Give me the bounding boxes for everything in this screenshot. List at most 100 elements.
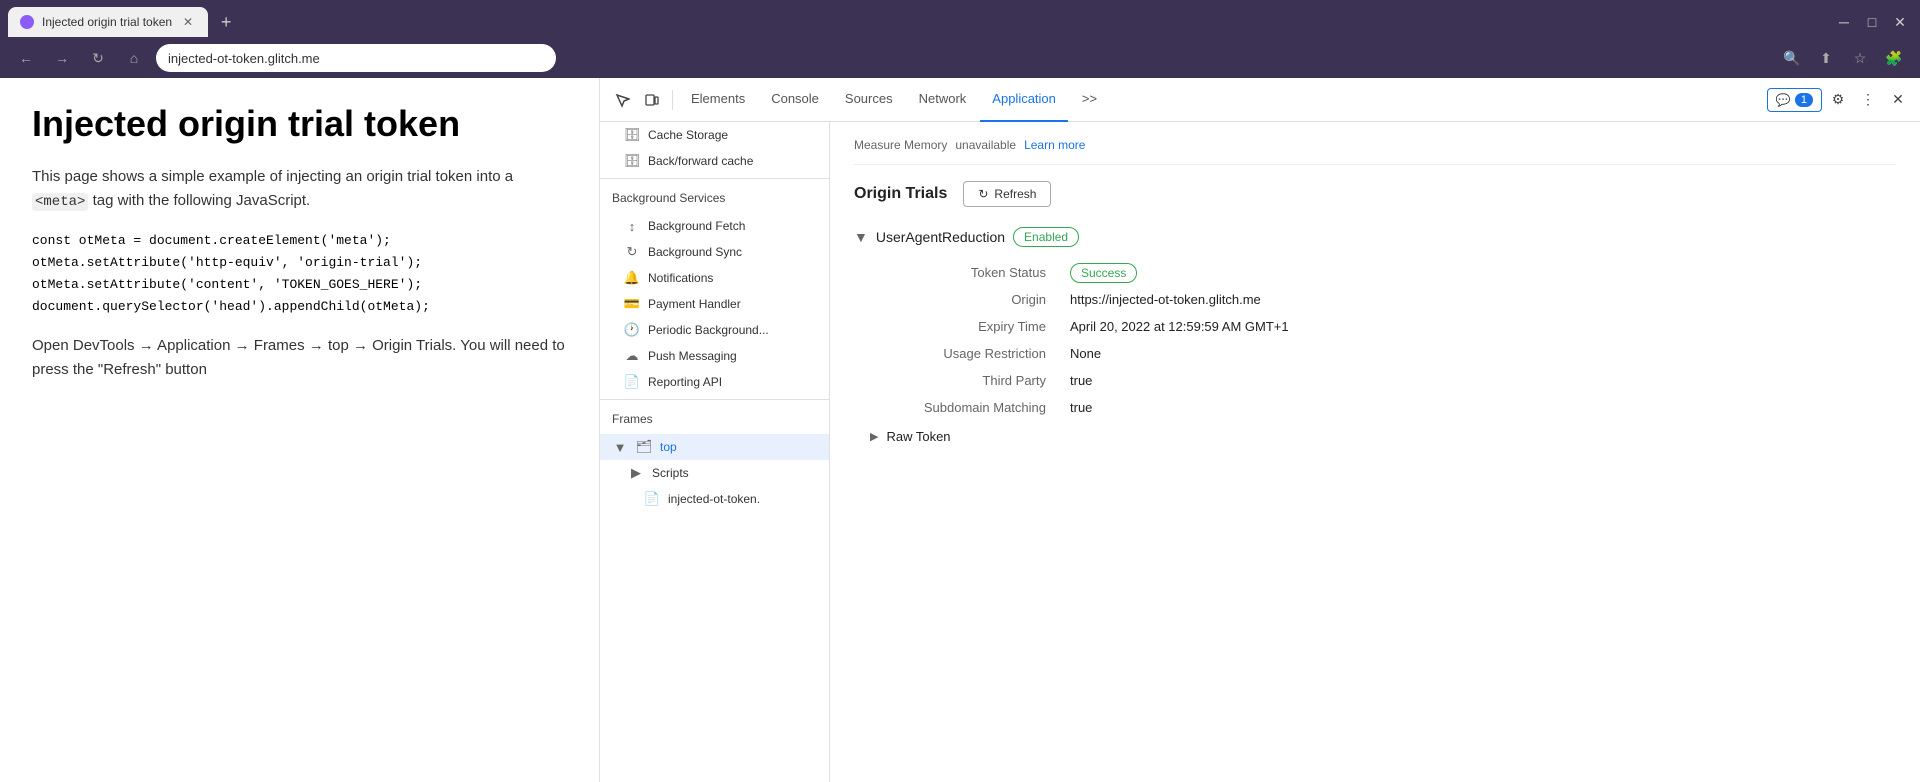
close-devtools-icon[interactable]: ✕ — [1884, 86, 1912, 114]
refresh-button[interactable]: ↻ Refresh — [963, 181, 1051, 207]
notifications-icon: 🔔 — [624, 270, 640, 286]
more-options-icon[interactable]: ⋮ — [1854, 86, 1882, 114]
background-sync-icon: ↻ — [624, 244, 640, 260]
tab-bar: Injected origin trial token ✕ + ─ □ ✕ — [0, 0, 1920, 38]
new-tab-button[interactable]: + — [212, 8, 240, 36]
section-divider-1 — [600, 178, 829, 179]
settings-icon[interactable]: ⚙ — [1824, 86, 1852, 114]
paragraph-2: Open DevTools → Application → Frames → t… — [32, 334, 567, 382]
issues-badge: 1 — [1795, 93, 1813, 107]
tab-more[interactable]: >> — [1070, 78, 1109, 122]
tab-close-button[interactable]: ✕ — [180, 14, 196, 30]
sidebar-item-periodic-background[interactable]: 🕐 Periodic Background... — [600, 317, 829, 343]
reporting-api-icon: 📄 — [624, 374, 640, 390]
sidebar-item-background-sync[interactable]: ↻ Background Sync — [600, 239, 829, 265]
token-status-badge: Success — [1070, 263, 1137, 283]
cache-storage-icon: 🗄 — [624, 127, 640, 143]
refresh-icon: ↻ — [978, 187, 988, 201]
webpage-content: Injected origin trial token This page sh… — [0, 78, 600, 782]
reload-button[interactable]: ↻ — [84, 44, 112, 72]
expiry-row: Expiry Time April 20, 2022 at 12:59:59 A… — [854, 313, 1896, 340]
background-fetch-icon: ↕ — [624, 218, 640, 234]
tab-elements[interactable]: Elements — [679, 78, 757, 122]
devtools-body: 🗄 Cache Storage 🗄 Back/forward cache Bac… — [600, 122, 1920, 782]
bookmark-icon[interactable]: ☆ — [1846, 44, 1874, 72]
frames-header: Frames — [600, 404, 829, 434]
sidebar-item-push-messaging[interactable]: ☁ Push Messaging — [600, 343, 829, 369]
home-button[interactable]: ⌂ — [120, 44, 148, 72]
device-toolbar-icon[interactable] — [638, 86, 666, 114]
origin-label: Origin — [870, 292, 1070, 307]
extension-icon[interactable]: 🧩 — [1880, 44, 1908, 72]
sidebar-item-payment-handler[interactable]: 💳 Payment Handler — [600, 291, 829, 317]
back-button[interactable]: ← — [12, 44, 40, 72]
devtools-panel: Elements Console Sources Network Applica… — [600, 78, 1920, 782]
paragraph-1: This page shows a simple example of inje… — [32, 165, 567, 213]
sidebar-item-back-forward-cache[interactable]: 🗄 Back/forward cache — [600, 148, 829, 174]
learn-more-link[interactable]: Learn more — [1024, 138, 1085, 152]
measure-memory-row: Measure Memory unavailable Learn more — [854, 138, 1896, 165]
trial-header: ▼ UserAgentReduction Enabled — [854, 227, 1896, 247]
payment-handler-icon: 💳 — [624, 296, 640, 312]
address-right-icons: 🔍 ⬆ ☆ 🧩 — [1778, 44, 1908, 72]
address-bar: ← → ↻ ⌂ 🔍 ⬆ ☆ 🧩 — [0, 38, 1920, 78]
main-content: Injected origin trial token This page sh… — [0, 78, 1920, 782]
trial-enabled-badge: Enabled — [1013, 227, 1079, 247]
tab-application[interactable]: Application — [980, 78, 1068, 122]
background-services-header: Background Services — [600, 183, 829, 213]
sidebar-item-background-fetch[interactable]: ↕ Background Fetch — [600, 213, 829, 239]
raw-token-section[interactable]: ▶ Raw Token — [854, 421, 1896, 452]
expiry-value: April 20, 2022 at 12:59:59 AM GMT+1 — [1070, 319, 1880, 334]
usage-label: Usage Restriction — [870, 346, 1070, 361]
trial-name: UserAgentReduction — [876, 229, 1005, 245]
devtools-main-panel: Measure Memory unavailable Learn more Or… — [830, 122, 1920, 782]
trial-block: ▼ UserAgentReduction Enabled Token Statu… — [854, 227, 1896, 452]
token-status-label: Token Status — [870, 265, 1070, 280]
tab-network[interactable]: Network — [907, 78, 979, 122]
tab-sources[interactable]: Sources — [833, 78, 905, 122]
raw-token-label: Raw Token — [886, 429, 950, 444]
periodic-background-icon: 🕐 — [624, 322, 640, 338]
usage-value: None — [1070, 346, 1880, 361]
back-forward-cache-icon: 🗄 — [624, 153, 640, 169]
sidebar-item-injected-file[interactable]: 📄 injected-ot-token. — [600, 486, 829, 512]
address-input[interactable] — [156, 44, 556, 72]
sidebar-item-top-frame[interactable]: ▼ 🗂 top — [600, 434, 829, 460]
push-messaging-icon: ☁ — [624, 348, 640, 364]
subdomain-row: Subdomain Matching true — [854, 394, 1896, 421]
trial-expand-icon[interactable]: ▼ — [854, 229, 868, 245]
measure-memory-status: unavailable — [955, 138, 1016, 152]
token-status-value: Success — [1070, 265, 1880, 280]
frame-icon: 🗂 — [636, 439, 652, 455]
active-tab[interactable]: Injected origin trial token ✕ — [8, 7, 208, 37]
origin-trials-title: Origin Trials — [854, 185, 947, 203]
issues-button[interactable]: 💬 1 — [1767, 88, 1822, 112]
issues-icon: 💬 — [1776, 93, 1791, 107]
sidebar-item-reporting-api[interactable]: 📄 Reporting API — [600, 369, 829, 395]
tab-title: Injected origin trial token — [42, 15, 172, 29]
page-heading: Injected origin trial token — [32, 102, 567, 145]
close-button[interactable]: ✕ — [1888, 10, 1912, 34]
measure-memory-label: Measure Memory — [854, 138, 947, 152]
share-icon[interactable]: ⬆ — [1812, 44, 1840, 72]
zoom-icon[interactable]: 🔍 — [1778, 44, 1806, 72]
origin-row: Origin https://injected-ot-token.glitch.… — [854, 286, 1896, 313]
third-party-label: Third Party — [870, 373, 1070, 388]
third-party-row: Third Party true — [854, 367, 1896, 394]
expand-icon: ▼ — [612, 439, 628, 455]
origin-trials-header: Origin Trials ↻ Refresh — [854, 181, 1896, 207]
code-block: const otMeta = document.createElement('m… — [32, 230, 567, 318]
inspect-element-icon[interactable] — [608, 86, 636, 114]
sidebar-item-cache-storage[interactable]: 🗄 Cache Storage — [600, 122, 829, 148]
tab-console[interactable]: Console — [759, 78, 831, 122]
sidebar-item-scripts[interactable]: ▶ Scripts — [600, 460, 829, 486]
third-party-value: true — [1070, 373, 1880, 388]
scripts-expand-icon: ▶ — [628, 465, 644, 481]
file-icon: 📄 — [644, 491, 660, 507]
maximize-button[interactable]: □ — [1860, 10, 1884, 34]
sidebar-item-notifications[interactable]: 🔔 Notifications — [600, 265, 829, 291]
section-divider-2 — [600, 399, 829, 400]
minimize-button[interactable]: ─ — [1832, 10, 1856, 34]
origin-value: https://injected-ot-token.glitch.me — [1070, 292, 1880, 307]
forward-button[interactable]: → — [48, 44, 76, 72]
